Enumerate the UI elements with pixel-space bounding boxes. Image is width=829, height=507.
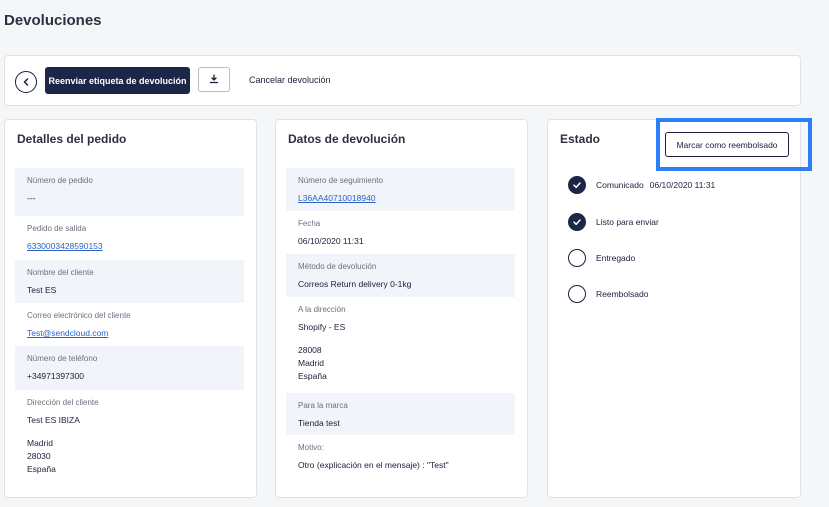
step-label: Listo para enviar (596, 217, 659, 227)
tracking-number-link[interactable]: L36AA40710018940 (298, 192, 503, 204)
address-line: 28008 (298, 345, 322, 355)
return-method-value: Correos Return delivery 0-1kg (298, 279, 412, 289)
status-step-communicated: Comunicado 06/10/2020 11:31 (568, 176, 715, 194)
field-label: Motivo: (298, 443, 324, 452)
outbound-order-field: Pedido de salida 6330003428590153 (15, 216, 244, 260)
back-button[interactable] (15, 71, 37, 93)
resend-return-label-button[interactable]: Reenviar etiqueta de devolución (45, 67, 190, 94)
address-line: 28030 (27, 451, 51, 461)
cancel-return-button[interactable]: Cancelar devolución (249, 75, 331, 85)
mark-refunded-button[interactable]: Marcar como reembolsado (665, 132, 789, 157)
step-label: Entregado (596, 253, 636, 263)
phone-field: Número de teléfono +34971397300 (15, 346, 244, 390)
reason-value: Otro (explicación en el mensaje) : "Test… (298, 460, 449, 470)
field-label: Nombre del cliente (27, 268, 94, 277)
field-label: Para la marca (298, 401, 348, 410)
page-title: Devoluciones (4, 12, 102, 29)
address-line: Madrid (27, 438, 53, 448)
customer-name-value: Test ES (27, 285, 57, 295)
tracking-number-field: Número de seguimiento L36AA40710018940 (286, 168, 515, 211)
brand-field: Para la marca Tienda test (286, 393, 515, 435)
status-step-refunded: Reembolsado (568, 285, 648, 303)
field-label: Número de teléfono (27, 354, 98, 363)
action-toolbar: Reenviar etiqueta de devolución Cancelar… (4, 55, 801, 106)
return-method-field: Método de devolución Correos Return deli… (286, 254, 515, 297)
status-step-ready: Listo para enviar (568, 213, 659, 231)
field-label: Número de pedido (27, 176, 93, 185)
return-data-card: Datos de devolución Número de seguimient… (275, 119, 528, 498)
order-number-value: --- (27, 193, 36, 203)
phone-value: +34971397300 (27, 371, 84, 381)
date-field: Fecha 06/10/2020 11:31 (286, 211, 515, 254)
field-label: Pedido de salida (27, 224, 87, 233)
brand-value: Tienda test (298, 418, 340, 428)
customer-address-field: Dirección del cliente Test ES IBIZA Madr… (15, 390, 244, 483)
return-data-title: Datos de devolución (288, 132, 406, 146)
download-icon (209, 71, 219, 89)
field-label: Dirección del cliente (27, 398, 99, 407)
field-label: Número de seguimiento (298, 176, 383, 185)
status-step-delivered: Entregado (568, 249, 635, 267)
address-line: España (27, 464, 56, 474)
status-title: Estado (560, 132, 601, 146)
customer-email-link[interactable]: Test@sendcloud.com (27, 327, 232, 339)
check-circle-icon (568, 213, 586, 231)
download-button[interactable] (198, 67, 230, 92)
date-value: 06/10/2020 11:31 (298, 236, 364, 246)
address-line: España (298, 371, 327, 381)
step-date: 06/10/2020 11:31 (649, 180, 716, 190)
chevron-left-icon (22, 73, 30, 91)
address-line: Test ES IBIZA (27, 415, 80, 425)
step-label: Comunicado (596, 180, 644, 190)
customer-email-field: Correo electrónico del cliente Test@send… (15, 303, 244, 346)
address-line: Madrid (298, 358, 324, 368)
order-details-title: Detalles del pedido (17, 132, 127, 146)
address-line: Shopify - ES (298, 322, 346, 332)
field-label: Fecha (298, 219, 321, 228)
customer-name-field: Nombre del cliente Test ES (15, 260, 244, 303)
field-label: Correo electrónico del cliente (27, 311, 131, 320)
field-label: A la dirección (298, 305, 346, 314)
to-address-field: A la dirección Shopify - ES 28008 Madrid… (286, 297, 515, 393)
field-label: Método de devolución (298, 262, 377, 271)
step-label: Reembolsado (596, 289, 649, 299)
order-number-field: Número de pedido --- (15, 168, 244, 216)
outbound-order-link[interactable]: 6330003428590153 (27, 240, 232, 252)
empty-circle-icon (568, 285, 586, 303)
check-circle-icon (568, 176, 586, 194)
order-details-card: Detalles del pedido Número de pedido ---… (4, 119, 257, 498)
reason-field: Motivo: Otro (explicación en el mensaje)… (286, 435, 515, 478)
empty-circle-icon (568, 249, 586, 267)
